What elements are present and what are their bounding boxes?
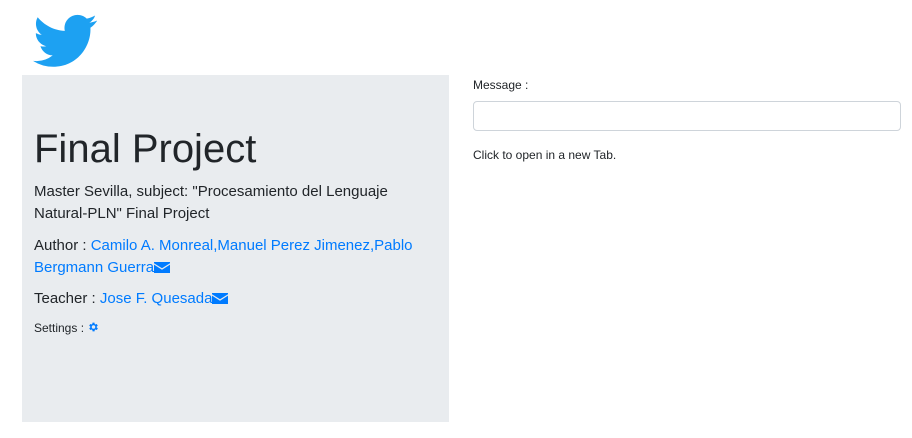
teacher-line: Teacher : Jose F. Quesada <box>34 288 437 310</box>
authors-mail-link[interactable]: Camilo A. Monreal,Manuel Perez Jimenez,P… <box>34 237 413 276</box>
authors-names: Camilo A. Monreal,Manuel Perez Jimenez,P… <box>34 237 413 276</box>
open-new-tab-hint: Click to open in a new Tab. <box>473 148 617 162</box>
teacher-label: Teacher : <box>34 290 100 307</box>
author-label: Author : <box>34 237 91 254</box>
author-line: Author : Camilo A. Monreal,Manuel Perez … <box>34 235 437 279</box>
teacher-name: Jose F. Quesada <box>99 290 213 307</box>
project-description: Master Sevilla, subject: "Procesamiento … <box>34 183 388 222</box>
message-form: Message : Click to open in a new Tab. <box>473 77 901 163</box>
envelope-icon <box>212 293 229 304</box>
settings-link[interactable] <box>87 321 99 335</box>
settings-line: Settings : <box>34 319 437 337</box>
gear-icon <box>89 322 99 332</box>
message-input[interactable] <box>473 101 901 131</box>
settings-label: Settings : <box>34 321 88 335</box>
teacher-mail-link[interactable]: Jose F. Quesada <box>100 290 229 307</box>
project-info-panel: Final Project Master Sevilla, subject: "… <box>22 75 449 422</box>
message-label: Message : <box>473 78 529 92</box>
envelope-icon <box>154 262 171 273</box>
page-title: Final Project <box>34 127 257 171</box>
twitter-logo-icon <box>33 14 97 67</box>
